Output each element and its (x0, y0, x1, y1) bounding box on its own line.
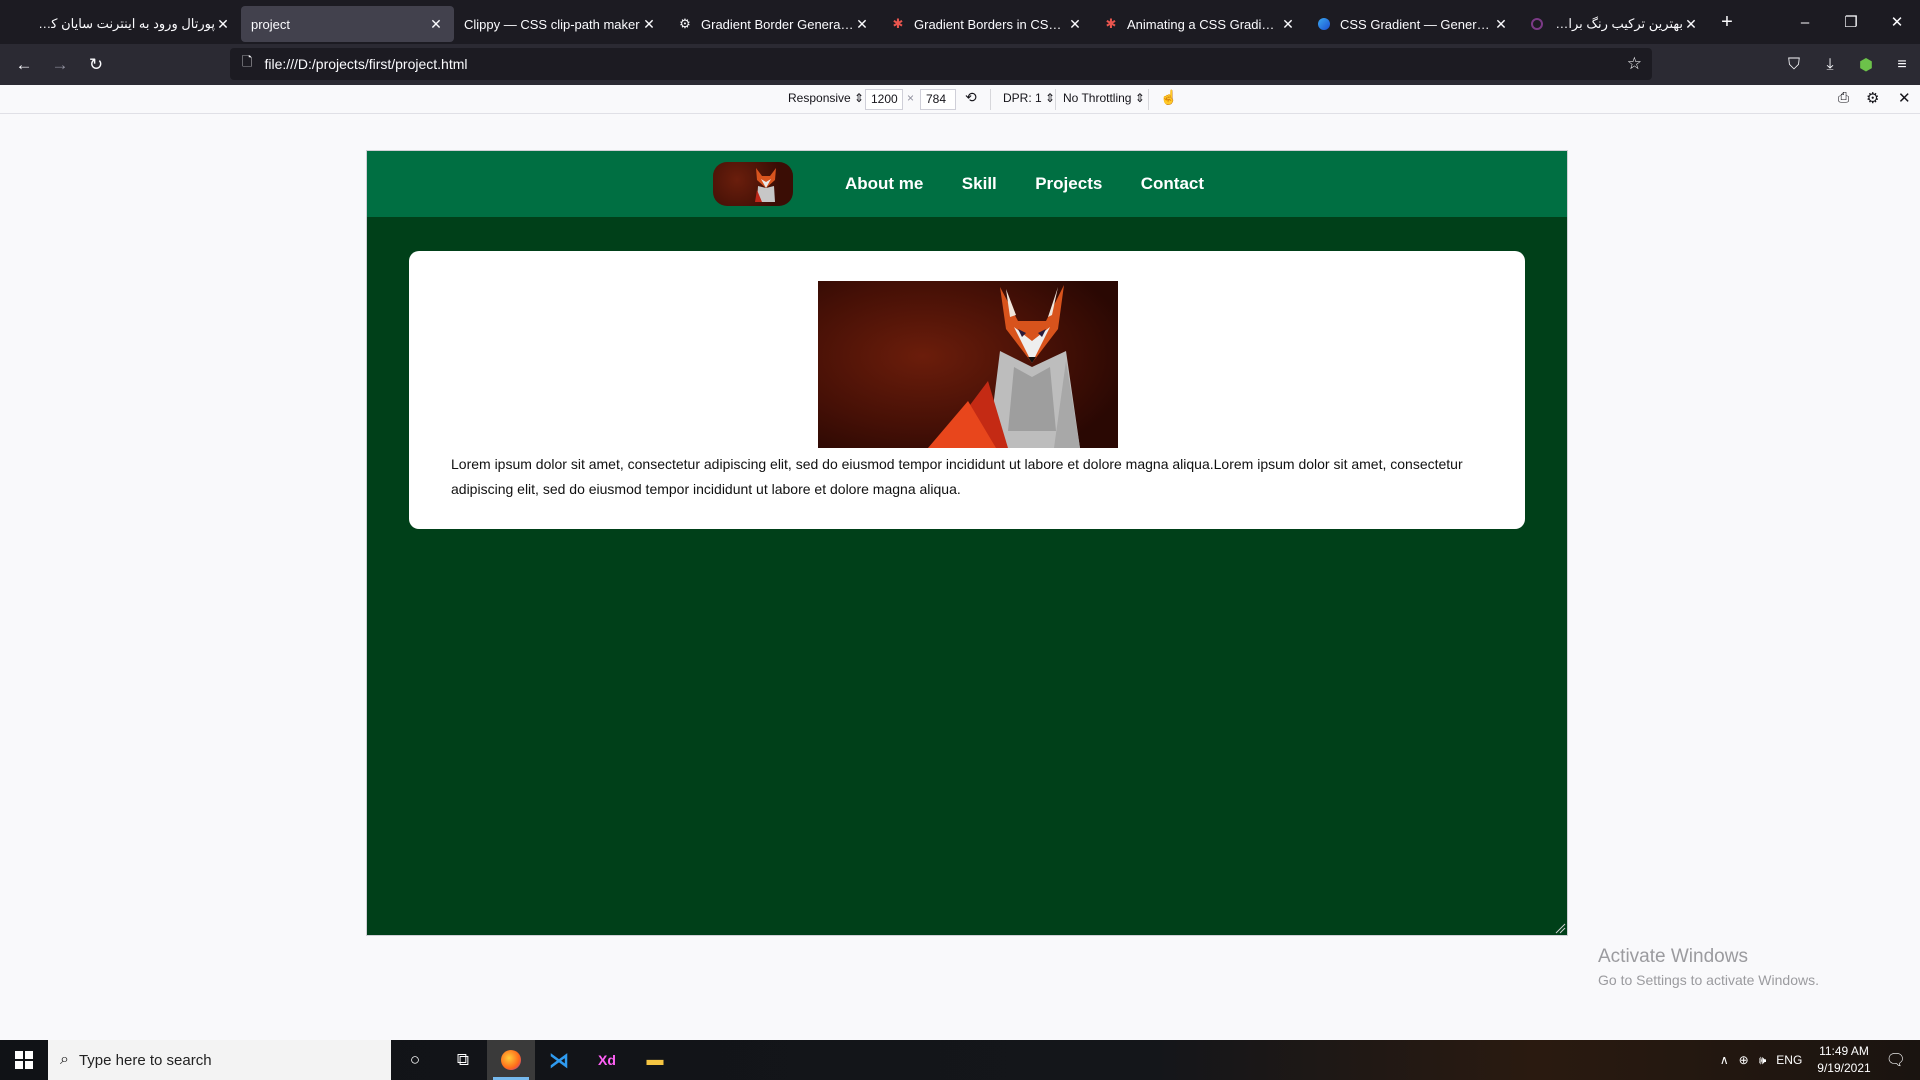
xd-taskbar-icon[interactable]: Xd (583, 1040, 631, 1080)
nav-about-me[interactable]: About me (845, 174, 923, 193)
tab-strip: ✕ پورتال ورود به اینترنت سایان کارت proj… (0, 0, 1920, 44)
touch-icon[interactable]: ☝ (1160, 89, 1177, 106)
close-icon[interactable]: ✕ (1683, 16, 1699, 33)
content-card: Lorem ipsum dolor sit amet, consectetur … (409, 251, 1525, 529)
new-tab-button[interactable]: + (1709, 11, 1745, 34)
logo[interactable] (712, 162, 793, 206)
tab-label: پورتال ورود به اینترنت سایان کارت (38, 16, 215, 31)
tab-label: Gradient Border Generator (701, 16, 854, 32)
volume-icon[interactable]: 🕪 (1759, 1053, 1767, 1068)
downloads-icon[interactable]: ⤓ (1812, 56, 1848, 74)
asterisk-icon: ✱ (892, 16, 904, 31)
network-icon[interactable]: ⊕ (1739, 1053, 1749, 1067)
close-icon[interactable]: ✕ (641, 16, 657, 33)
fox-image (818, 281, 1118, 448)
url-bar[interactable]: 🗋 file:///D:/projects/first/project.html… (230, 48, 1652, 80)
tab-clippy[interactable]: Clippy — CSS clip-path maker ✕ (454, 6, 667, 42)
page-viewport: About me Skill Projects Contact Lorem ip… (367, 151, 1567, 935)
tab-gradient-borders-css[interactable]: ✱ Gradient Borders in CSS | CSS-Tricks ✕ (880, 6, 1093, 42)
windows-icon (15, 1051, 33, 1069)
close-icon[interactable]: ✕ (1067, 16, 1083, 33)
gear-icon: ⚙ (679, 16, 691, 31)
menu-icon[interactable]: ≡ (1884, 56, 1920, 74)
vscode-taskbar-icon[interactable]: ⋊ (535, 1040, 583, 1080)
close-icon[interactable]: ✕ (1493, 16, 1509, 33)
back-button[interactable]: ← (6, 49, 42, 81)
tab-portal[interactable]: ✕ پورتال ورود به اینترنت سایان کارت (28, 6, 241, 42)
throttling-select[interactable]: No Throttling ⇕ (1063, 91, 1145, 105)
clock-time: 11:49 AM (1819, 1044, 1869, 1058)
screenshot-icon[interactable]: ⎙ (1838, 89, 1849, 106)
search-placeholder: Type here to search (78, 1051, 212, 1069)
watermark-subtitle: Go to Settings to activate Windows. (1598, 972, 1819, 988)
close-icon[interactable]: ✕ (428, 16, 444, 33)
site-header: About me Skill Projects Contact (367, 151, 1567, 217)
close-icon[interactable]: ✕ (1280, 16, 1296, 33)
reload-button[interactable]: ↻ (78, 49, 114, 81)
tab-animating-gradient[interactable]: ✱ Animating a CSS Gradient Border ✕ (1093, 6, 1306, 42)
task-view-icon[interactable]: ⧉ (439, 1040, 487, 1080)
file-explorer-taskbar-icon[interactable]: ▬ (631, 1040, 679, 1080)
nav-projects[interactable]: Projects (1035, 174, 1102, 193)
taskbar-search[interactable]: ⌕ Type here to search (48, 1040, 391, 1080)
tab-css-gradient[interactable]: CSS Gradient — Generator, Maker ✕ (1306, 6, 1519, 42)
tab-label: CSS Gradient — Generator, Maker (1340, 16, 1493, 32)
chevron-up-icon[interactable]: ∧ (1720, 1053, 1729, 1067)
tab-project[interactable]: project ✕ (241, 6, 454, 42)
width-input[interactable]: 1200 (865, 89, 903, 110)
window-close-button[interactable]: ✕ (1874, 0, 1920, 44)
tab-color-combination[interactable]: بهترین ترکیب رنگ برای طراحی سایت ✕ (1519, 6, 1709, 42)
nav-toolbar: ← → ↻ 🗋 file:///D:/projects/first/projec… (0, 44, 1920, 85)
ring-icon (1529, 16, 1545, 32)
tab-label: Clippy — CSS clip-path maker (464, 16, 640, 32)
responsive-toolbar: Responsive ⇕ 1200 × 784 ⟲ DPR: 1 ⇕ No Th… (0, 85, 1920, 114)
times-sign: × (907, 91, 915, 105)
tab-label: بهترین ترکیب رنگ برای طراحی سایت (1553, 16, 1683, 31)
resize-handle-icon[interactable] (1554, 922, 1566, 934)
tab-gradient-border-generator[interactable]: ⚙ Gradient Border Generator ✕ (667, 6, 880, 42)
nav-contact[interactable]: Contact (1141, 174, 1204, 193)
close-icon[interactable]: ✕ (215, 16, 231, 33)
minimize-button[interactable]: – (1782, 0, 1828, 44)
nav-skill[interactable]: Skill (962, 174, 997, 193)
site-nav: About me Skill Projects Contact (828, 174, 1221, 194)
pocket-icon[interactable]: ⛉ (1776, 56, 1812, 74)
page-icon: 🗋 (242, 54, 253, 69)
forward-button[interactable]: → (42, 49, 78, 81)
restore-button[interactable]: ❐ (1828, 0, 1874, 44)
clock-date: 9/19/2021 (1817, 1061, 1871, 1075)
tab-label: project (251, 16, 291, 32)
search-icon: ⌕ (60, 1051, 69, 1068)
url-text: file:///D:/projects/first/project.html (264, 56, 468, 72)
start-button[interactable] (0, 1040, 48, 1080)
height-input[interactable]: 784 (920, 89, 956, 110)
watermark-title: Activate Windows (1598, 946, 1748, 967)
circle-icon (1316, 16, 1332, 32)
body-paragraph: Lorem ipsum dolor sit amet, consectetur … (451, 456, 1463, 497)
firefox-taskbar-icon[interactable] (487, 1040, 535, 1080)
close-rdm-icon[interactable]: ✕ (1898, 89, 1911, 107)
settings-icon[interactable]: ⚙ (1866, 89, 1879, 107)
tab-label: Animating a CSS Gradient Border (1127, 16, 1280, 32)
device-select[interactable]: Responsive ⇕ (788, 91, 864, 105)
dpr-select[interactable]: DPR: 1 ⇕ (1003, 91, 1055, 105)
asterisk-icon: ✱ (1105, 16, 1117, 31)
fox-icon (754, 168, 776, 202)
extension-icon[interactable]: ⬢ (1848, 55, 1884, 75)
clock[interactable]: 11:49 AM 9/19/2021 (1817, 1043, 1870, 1077)
tab-label: Gradient Borders in CSS | CSS-Tricks (914, 16, 1067, 32)
system-tray: ∧ ⊕ 🕪 ENG 11:49 AM 9/19/2021 🗨 (1715, 1040, 1920, 1080)
close-icon[interactable]: ✕ (854, 16, 870, 33)
language-indicator[interactable]: ENG (1776, 1053, 1802, 1067)
notifications-icon[interactable]: 🗨 (1886, 1050, 1906, 1070)
activate-windows-watermark: Activate Windows Go to Settings to activ… (1598, 946, 1819, 988)
cortana-icon[interactable]: ○ (391, 1040, 439, 1080)
rotate-icon[interactable]: ⟲ (965, 89, 977, 106)
bookmark-star-icon[interactable]: ☆ (1627, 54, 1642, 74)
taskbar: ⌕ Type here to search ○ ⧉ ⋊ Xd ▬ ∧ ⊕ 🕪 E… (0, 1040, 1920, 1080)
